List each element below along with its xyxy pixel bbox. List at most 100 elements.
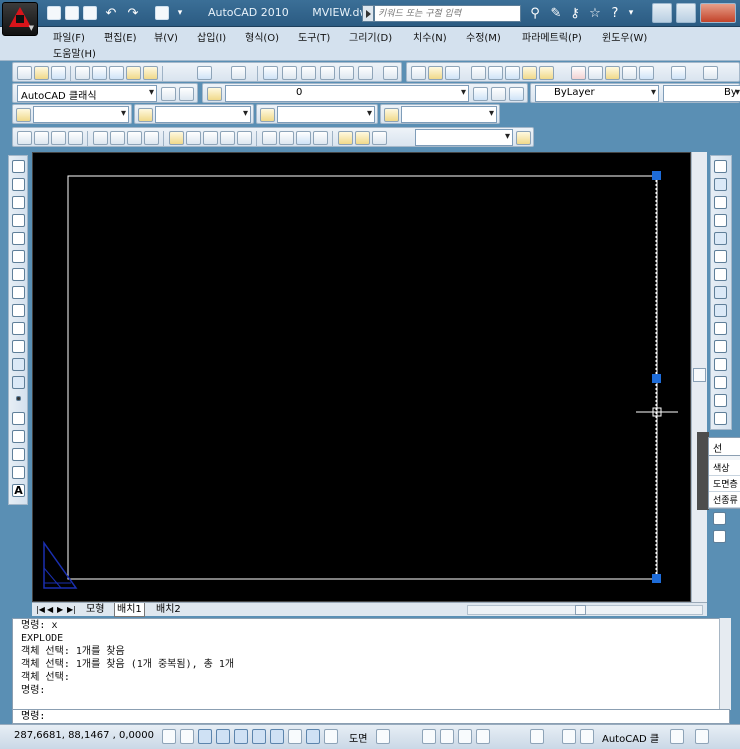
close-button[interactable] <box>700 3 736 23</box>
inspection-icon[interactable] <box>296 131 311 145</box>
erase-icon[interactable] <box>714 160 727 173</box>
break-at-point-icon[interactable] <box>714 358 727 371</box>
zoom-icon[interactable] <box>440 729 454 744</box>
open-icon[interactable] <box>34 66 49 80</box>
undo-icon[interactable] <box>197 66 212 80</box>
plot-icon[interactable] <box>471 66 486 80</box>
clean-screen-icon[interactable] <box>695 729 709 744</box>
3d-dwf-icon[interactable] <box>522 66 537 80</box>
center-mark-icon[interactable] <box>279 131 294 145</box>
angular-icon[interactable] <box>144 131 159 145</box>
properties-icon[interactable] <box>339 66 354 80</box>
grip-bottom[interactable] <box>652 574 661 583</box>
object-type-label[interactable]: 선 <box>709 438 740 456</box>
etransmit-icon[interactable] <box>539 66 554 80</box>
vertical-scroll-thumb[interactable] <box>693 368 706 382</box>
make-block-icon[interactable] <box>12 376 25 389</box>
undo-icon[interactable] <box>671 66 686 80</box>
paste-icon[interactable] <box>605 66 620 80</box>
dim-style-control-dropdown[interactable] <box>415 129 513 146</box>
match-properties-icon[interactable] <box>622 66 637 80</box>
plot-preview-icon[interactable] <box>488 66 503 80</box>
dim-text-edit-icon[interactable] <box>355 131 370 145</box>
polygon-icon[interactable] <box>12 214 25 227</box>
menu-view[interactable]: 뷰(V) <box>154 29 178 44</box>
application-menu-button[interactable]: ▼ <box>2 2 38 36</box>
etransmit-icon[interactable] <box>143 66 158 80</box>
showmotion-icon[interactable] <box>476 729 490 744</box>
tab-prev-icon[interactable]: ◀ <box>45 603 55 617</box>
model-icon[interactable] <box>530 729 544 744</box>
command-scrollbar[interactable] <box>719 618 731 710</box>
workspace-dropdown[interactable]: AutoCAD 클래식 <box>17 85 157 102</box>
object-snap-tracking-icon[interactable] <box>270 729 284 744</box>
grip-middle[interactable] <box>652 374 661 383</box>
multileader-style-icon[interactable] <box>384 108 399 122</box>
baseline-icon[interactable] <box>186 131 201 145</box>
open-file-icon[interactable] <box>65 6 79 20</box>
minimize-button[interactable] <box>652 3 672 23</box>
chamfer-icon[interactable] <box>714 412 727 425</box>
scale-icon[interactable] <box>714 286 727 299</box>
annotation-visibility-icon[interactable] <box>580 729 594 744</box>
aligned-dim-icon[interactable] <box>34 131 49 145</box>
plot-preview-icon[interactable] <box>92 66 107 80</box>
polyline-icon[interactable] <box>12 196 25 209</box>
help-dropdown-icon[interactable]: ▾ <box>622 5 640 22</box>
insert-block-icon[interactable] <box>12 358 25 371</box>
rectangle-icon[interactable] <box>12 232 25 245</box>
redo-icon[interactable] <box>231 66 246 80</box>
layer-manager-icon[interactable] <box>207 87 222 101</box>
layer-state-icon[interactable] <box>509 87 524 101</box>
drawing-canvas[interactable] <box>32 152 691 602</box>
vertical-scrollbar[interactable] <box>691 152 707 602</box>
undo-icon[interactable]: ↶ <box>102 5 120 22</box>
menu-window[interactable]: 윈도우(W) <box>602 29 647 44</box>
new-file-icon[interactable] <box>47 6 61 20</box>
block-editor-icon[interactable] <box>639 66 654 80</box>
binoculars-icon[interactable]: ⚲ <box>526 5 544 22</box>
dynamic-input-icon[interactable] <box>306 729 320 744</box>
workspace-save-icon[interactable] <box>179 87 194 101</box>
communication-center-icon[interactable]: ✎ <box>547 5 565 22</box>
maximize-viewport-icon[interactable] <box>376 729 390 744</box>
table-style-dropdown[interactable] <box>277 106 375 123</box>
steering-wheel-icon[interactable] <box>458 729 472 744</box>
table-style-icon[interactable] <box>260 108 275 122</box>
circle-icon[interactable] <box>12 268 25 281</box>
tolerance-icon[interactable] <box>262 131 277 145</box>
pan-icon[interactable] <box>263 66 278 80</box>
menu-modify[interactable]: 수정(M) <box>466 29 501 44</box>
search-expand-icon[interactable] <box>362 5 374 22</box>
infer-constraints-icon[interactable] <box>162 729 176 744</box>
key-icon[interactable]: ⚷ <box>566 5 584 22</box>
design-center-icon[interactable] <box>358 66 373 80</box>
tab-layout1[interactable]: 배치1 <box>114 603 145 617</box>
construction-line-icon[interactable] <box>12 178 25 191</box>
fillet-icon[interactable] <box>713 512 726 525</box>
trim-icon[interactable] <box>714 322 727 335</box>
menu-help[interactable]: 도움말(H) <box>53 45 96 60</box>
copy-icon[interactable] <box>588 66 603 80</box>
menu-edit[interactable]: 편집(E) <box>104 29 137 44</box>
stretch-icon[interactable] <box>714 304 727 317</box>
zoom-previous-icon[interactable] <box>320 66 335 80</box>
tab-next-icon[interactable]: ▶ <box>55 603 65 617</box>
copy-object-icon[interactable] <box>714 178 727 191</box>
tab-model[interactable]: 모형 <box>84 603 106 617</box>
make-current-layer-icon[interactable] <box>473 87 488 101</box>
menu-dimension[interactable]: 치수(N) <box>413 29 447 44</box>
jogged-icon[interactable] <box>110 131 125 145</box>
menu-file[interactable]: 파일(F) <box>53 29 85 44</box>
radius-icon[interactable] <box>93 131 108 145</box>
table-icon[interactable] <box>12 466 25 479</box>
horizontal-scrollbar[interactable] <box>467 605 703 615</box>
arc-icon[interactable] <box>12 250 25 263</box>
workspace-switch[interactable]: AutoCAD 클 <box>602 730 659 745</box>
layer-previous-icon[interactable] <box>491 87 506 101</box>
publish-icon[interactable] <box>505 66 520 80</box>
offset-icon[interactable] <box>714 214 727 227</box>
break-icon[interactable] <box>714 376 727 389</box>
save-icon[interactable] <box>83 6 97 20</box>
menu-tools[interactable]: 도구(T) <box>298 29 330 44</box>
